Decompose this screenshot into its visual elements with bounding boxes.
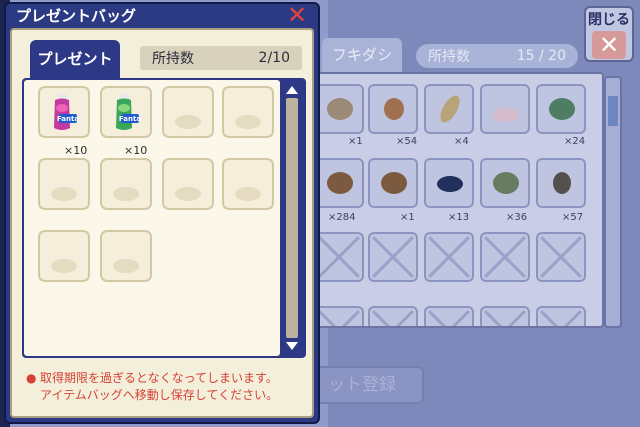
background-count-value: 15 / 20 <box>516 48 566 64</box>
empty-slot <box>162 86 214 138</box>
tab-fukidashi[interactable]: フキダシ <box>322 38 402 72</box>
locked-slot <box>314 232 364 282</box>
empty-slot <box>38 230 90 282</box>
bullet-icon: ● <box>26 371 37 385</box>
notice-line-1: 取得期限を過ぎるとなくなってしまいます。 <box>40 371 278 385</box>
fanta-grape-can-icon: Fanta <box>54 94 79 130</box>
empty-slot <box>222 86 274 138</box>
close-icon: ✕ <box>592 31 626 59</box>
inventory-slot[interactable] <box>314 158 364 208</box>
inventory-quantity: ×57 <box>562 212 584 223</box>
scroll-down-icon[interactable] <box>286 342 298 350</box>
inventory-quantity: ×4 <box>454 136 469 147</box>
locked-slot <box>424 306 474 326</box>
locked-slot <box>314 306 364 326</box>
locked-slot <box>368 306 418 326</box>
expiry-notice: ● 取得期限を過ぎるとなくなってしまいます。 アイテムバッグへ移動し保存してくだ… <box>26 370 306 404</box>
notice-line-2: アイテムバッグへ移動し保存してください。 <box>40 388 279 402</box>
scroll-up-icon[interactable] <box>286 86 298 94</box>
inventory-quantity: ×24 <box>564 136 586 147</box>
inventory-quantity: ×1 <box>400 212 415 223</box>
inventory-quantity: ×284 <box>328 212 356 223</box>
inventory-quantity: ×13 <box>448 212 470 223</box>
item-quantity: ×10 <box>64 144 88 157</box>
present-scrollbar[interactable] <box>282 80 302 356</box>
locked-slot <box>480 306 530 326</box>
background-scrollbar[interactable] <box>604 76 622 328</box>
background-close-label: 閉じる <box>588 12 630 28</box>
empty-slot <box>100 230 152 282</box>
empty-slot <box>38 158 90 210</box>
scroll-track[interactable] <box>286 98 298 338</box>
inventory-slot[interactable] <box>536 158 586 208</box>
inventory-slot[interactable] <box>368 84 418 134</box>
tab-present[interactable]: プレゼント <box>30 40 120 78</box>
item-list: Fanta Fanta ×10 ×10 <box>24 80 280 356</box>
inventory-quantity: ×54 <box>396 136 418 147</box>
locked-slot <box>536 306 586 326</box>
fanta-melon-can-icon: Fanta <box>116 94 141 130</box>
background-close-button[interactable]: 閉じる ✕ <box>584 6 634 62</box>
count-value: 2/10 <box>258 50 290 66</box>
present-item-slot[interactable]: Fanta <box>100 86 152 138</box>
svg-text:Fanta: Fanta <box>57 115 79 123</box>
empty-slot <box>100 158 152 210</box>
inventory-slot[interactable] <box>424 84 474 134</box>
locked-slot <box>424 232 474 282</box>
scroll-thumb[interactable] <box>608 96 618 126</box>
locked-slot <box>480 232 530 282</box>
background-item-grid: ×1 ×54 ×4 ×24 ×284 ×1 ×13 ×36 ×57 <box>312 72 604 328</box>
inventory-slot[interactable] <box>536 84 586 134</box>
inventory-slot[interactable] <box>480 158 530 208</box>
present-item-slot[interactable]: Fanta <box>38 86 90 138</box>
inventory-quantity: ×1 <box>348 136 363 147</box>
count-label: 所持数 <box>152 51 194 67</box>
inventory-quantity: ×36 <box>506 212 528 223</box>
locked-slot <box>536 232 586 282</box>
close-icon[interactable]: ✕ <box>284 2 310 28</box>
inventory-slot[interactable] <box>424 158 474 208</box>
inventory-slot[interactable] <box>368 158 418 208</box>
background-count-label: 所持数 <box>428 49 470 65</box>
item-quantity: ×10 <box>124 144 148 157</box>
svg-text:Fanta: Fanta <box>119 115 141 123</box>
window-title: プレゼントバッグ <box>16 7 137 25</box>
empty-slot <box>222 158 274 210</box>
locked-slot <box>368 232 418 282</box>
item-count: 所持数 2/10 <box>140 46 302 70</box>
empty-slot <box>162 158 214 210</box>
background-item-count: 所持数 15 / 20 <box>416 44 578 68</box>
inventory-slot[interactable] <box>480 84 530 134</box>
inventory-slot[interactable] <box>314 84 364 134</box>
